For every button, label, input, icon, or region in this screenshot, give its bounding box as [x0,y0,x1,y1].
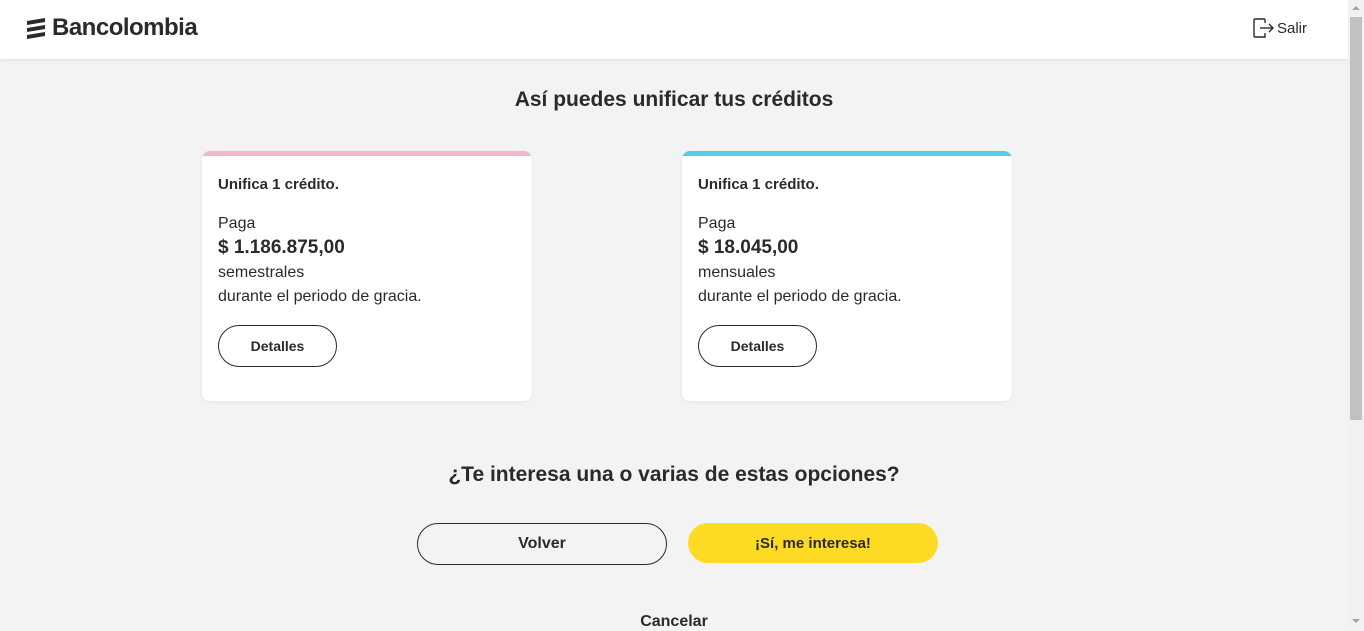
scroll-down-arrow-icon[interactable] [1348,613,1364,629]
confirm-interest-button[interactable]: ¡Sí, me interesa! [688,523,938,563]
scroll-up-arrow-icon[interactable] [1348,0,1364,16]
card-heading: Unifica 1 crédito. [698,176,819,193]
logout-label: Salir [1277,19,1308,37]
credit-option-card: Unifica 1 crédito. Paga $ 18.045,00 mens… [682,151,1012,401]
details-button[interactable]: Detalles [698,325,817,367]
cancel-link[interactable]: Cancelar [0,613,1348,631]
logout-icon [1253,18,1274,38]
brand-name: Bancolombia [52,14,198,41]
pay-label: Paga [698,215,736,232]
interest-question: ¿Te interesa una o varias de estas opcio… [448,463,900,486]
bancolombia-logo[interactable]: Bancolombia [24,13,198,43]
details-button[interactable]: Detalles [218,325,337,367]
page-title: Así puedes unificar tus créditos [514,88,834,111]
payment-period: mensuales [698,264,776,281]
top-header: Bancolombia Salir [0,0,1348,59]
bancolombia-logo-icon [27,18,45,39]
pay-label: Paga [218,215,256,232]
scrollbar-thumb[interactable] [1350,17,1362,420]
payment-amount: $ 18.045,00 [698,237,799,258]
vertical-scrollbar[interactable] [1348,0,1364,629]
grace-period-text: durante el periodo de gracia. [698,288,902,305]
back-button[interactable]: Volver [417,523,667,565]
logout-button[interactable]: Salir [1251,16,1307,40]
payment-amount: $ 1.186.875,00 [218,237,345,258]
credit-option-card: Unifica 1 crédito. Paga $ 1.186.875,00 s… [202,151,532,401]
payment-period: semestrales [218,264,305,281]
grace-period-text: durante el periodo de gracia. [218,288,422,305]
card-heading: Unifica 1 crédito. [218,176,339,193]
card-accent-bar [682,151,1012,156]
card-accent-bar [202,151,532,156]
